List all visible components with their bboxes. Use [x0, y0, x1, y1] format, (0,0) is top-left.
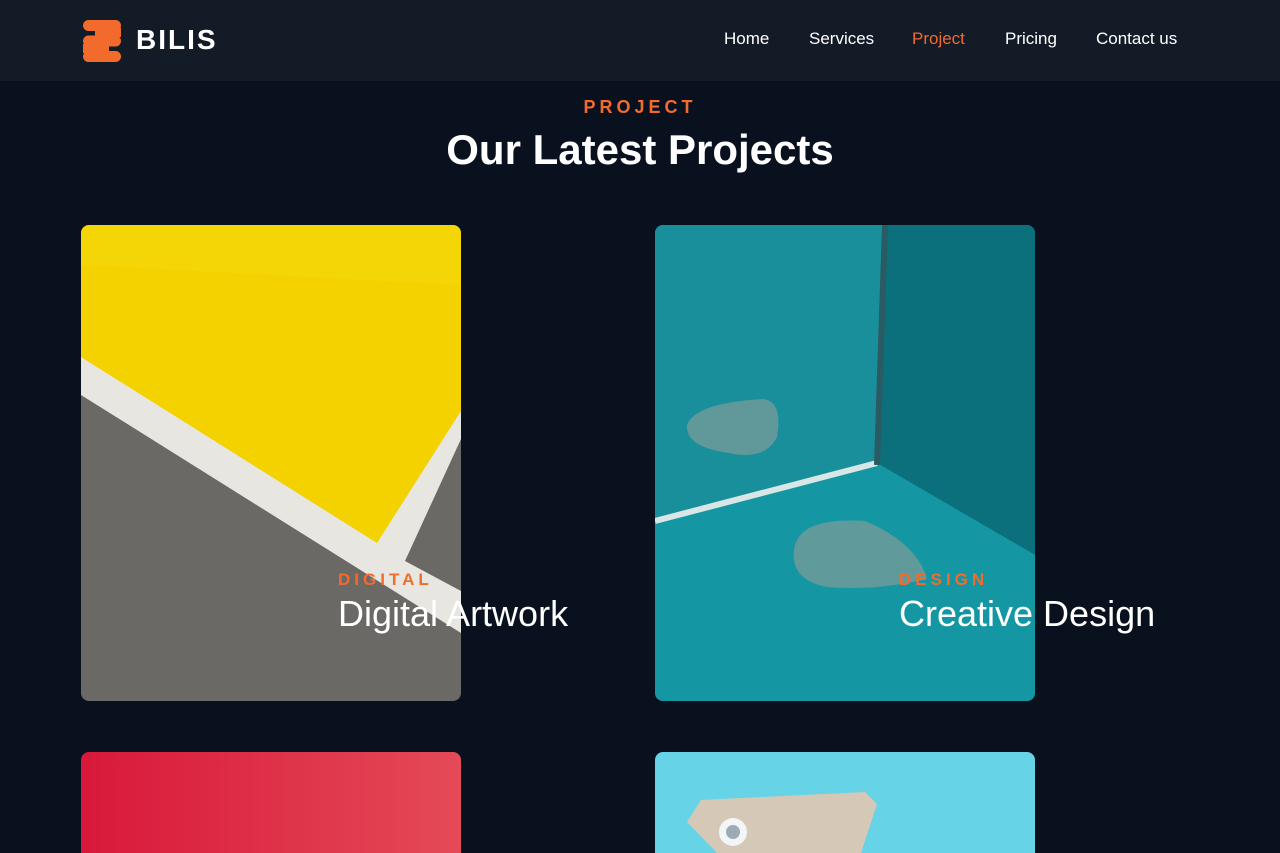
project-caption-creative-design: DESIGN Creative Design — [899, 570, 1155, 636]
nav-item-home[interactable]: Home — [724, 28, 769, 50]
nav-item-services[interactable]: Services — [809, 28, 874, 50]
brand-logo[interactable]: BILIS — [81, 20, 221, 62]
project-category: DIGITAL — [338, 570, 433, 589]
cyan-paper-tag-image — [655, 752, 1035, 853]
project-caption-digital-artwork: DIGITAL Digital Artwork — [338, 570, 568, 636]
project-title[interactable]: Digital Artwork — [338, 592, 568, 636]
brand-name: BILIS — [136, 24, 218, 55]
nav-item-pricing[interactable]: Pricing — [1005, 28, 1057, 50]
stacked-bars-logo-icon — [83, 20, 121, 62]
project-title[interactable]: Creative Design — [899, 592, 1155, 636]
nav-item-project[interactable]: Project — [912, 28, 965, 50]
site-header: BILIS Home Services Project Pricing Cont… — [0, 0, 1280, 81]
project-card-red[interactable] — [81, 752, 461, 853]
project-category: DESIGN — [899, 570, 989, 589]
section-eyebrow: PROJECT — [583, 97, 697, 117]
section-title: Our Latest Projects — [446, 126, 834, 173]
red-abstract-image — [81, 752, 461, 853]
project-card-cyan[interactable] — [655, 752, 1035, 853]
nav-item-contact-us[interactable]: Contact us — [1096, 28, 1177, 50]
